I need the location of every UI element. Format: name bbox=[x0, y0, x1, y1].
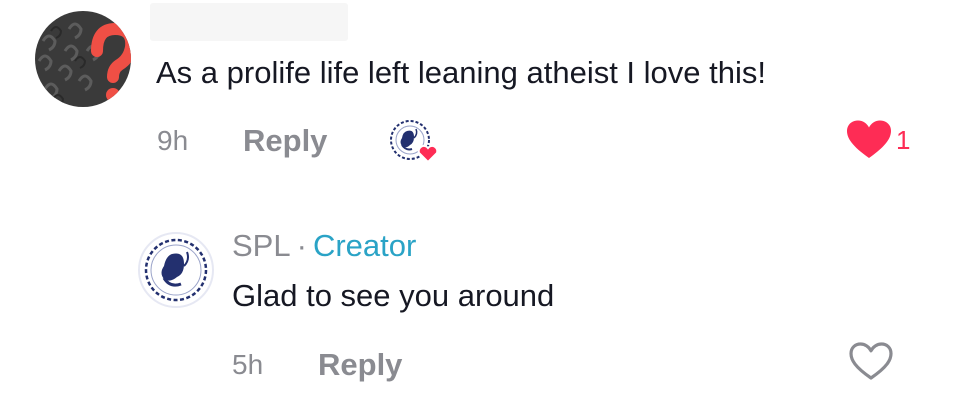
reply-text: Glad to see you around bbox=[232, 278, 555, 313]
comment-time: 9h bbox=[157, 125, 189, 156]
fetus-dna-logo-icon bbox=[144, 238, 208, 302]
comment-text: As a prolife life left leaning atheist I… bbox=[156, 55, 766, 90]
separator-dot: · bbox=[296, 228, 307, 263]
heart-outline-icon bbox=[849, 342, 893, 380]
reply-like-button[interactable] bbox=[848, 341, 894, 387]
comment-thread: As a prolife life left leaning atheist I… bbox=[0, 0, 956, 404]
reply-username[interactable]: SPL bbox=[232, 228, 291, 263]
question-mark-avatar-icon bbox=[35, 11, 131, 107]
reply-to-reply-button[interactable]: Reply bbox=[318, 343, 402, 387]
creator-badge: Creator bbox=[312, 228, 417, 263]
creator-heart-badge-icon bbox=[390, 120, 439, 164]
redacted-username bbox=[150, 3, 348, 41]
creator-avatar[interactable] bbox=[138, 232, 214, 308]
commenter-avatar[interactable] bbox=[35, 11, 131, 107]
like-button[interactable]: 1 bbox=[846, 117, 910, 163]
reply-author-row: SPL · Creator bbox=[232, 226, 416, 266]
liked-by-creator-badge bbox=[388, 118, 442, 164]
like-count: 1 bbox=[896, 125, 911, 155]
reply-time: 5h bbox=[232, 349, 264, 380]
heart-filled-icon bbox=[847, 120, 891, 158]
reply-button[interactable]: Reply bbox=[243, 119, 327, 163]
